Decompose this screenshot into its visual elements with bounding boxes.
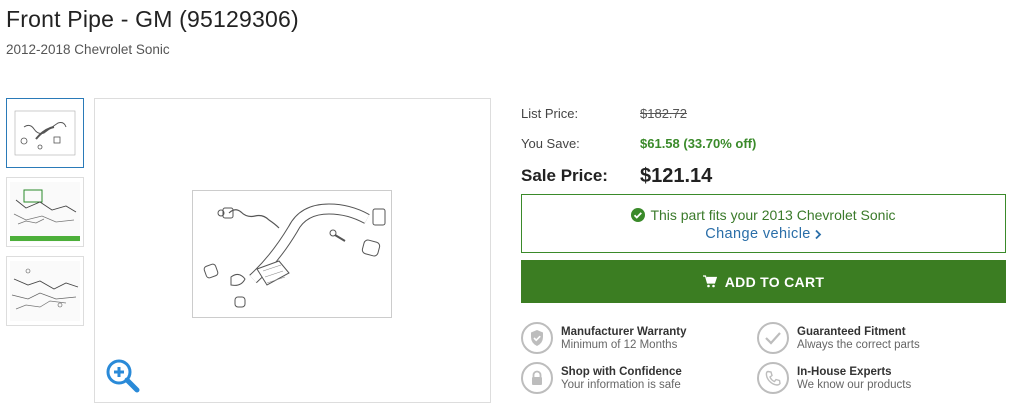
feature-title: Shop with Confidence	[561, 365, 682, 378]
savings-label: You Save:	[521, 135, 580, 151]
add-to-cart-button[interactable]: ADD TO CART	[521, 260, 1006, 303]
main-product-image[interactable]	[94, 98, 491, 403]
feature-title: In-House Experts	[797, 365, 892, 378]
chevron-right-icon	[815, 229, 822, 239]
feature-subtitle: Always the correct parts	[797, 338, 920, 351]
list-price-value: $182.72	[640, 105, 687, 121]
sale-price-row: Sale Price: $121.14	[521, 158, 1006, 194]
pricing-panel: List Price: $182.72 You Save: $61.58 (33…	[521, 98, 1006, 194]
zoom-in-icon[interactable]	[105, 358, 141, 394]
product-title: Front Pipe - GM (95129306)	[6, 6, 299, 32]
thumbnail-2[interactable]	[6, 177, 84, 247]
exhaust-diagram-thumbnail	[10, 182, 80, 242]
feature-fitment: Guaranteed Fitment Always the correct pa…	[757, 322, 920, 354]
feature-experts: In-House Experts We know our products	[757, 362, 911, 394]
feature-confidence: Shop with Confidence Your information is…	[521, 362, 682, 394]
product-subtitle: 2012-2018 Chevrolet Sonic	[6, 42, 170, 57]
thumbnail-list	[6, 98, 86, 335]
phone-icon	[757, 362, 789, 394]
cart-icon	[702, 275, 717, 288]
exhaust-assembly-thumbnail	[10, 261, 80, 321]
part-diagram-thumbnail	[14, 110, 76, 156]
sale-price-label: Sale Price:	[521, 166, 608, 185]
change-vehicle-link[interactable]: Change vehicle	[705, 226, 822, 242]
fitment-message-line: This part fits your 2013 Chevrolet Sonic	[522, 207, 1005, 223]
checkmark-icon	[757, 322, 789, 354]
fitment-message: This part fits your 2013 Chevrolet Sonic	[650, 207, 896, 223]
sale-price-value: $121.14	[640, 164, 713, 187]
fitment-box: This part fits your 2013 Chevrolet Sonic…	[521, 194, 1006, 253]
feature-subtitle: Minimum of 12 Months	[561, 338, 678, 351]
check-circle-icon	[631, 208, 646, 222]
feature-warranty: Manufacturer Warranty Minimum of 12 Mont…	[521, 322, 686, 354]
feature-title: Guaranteed Fitment	[797, 325, 906, 338]
front-pipe-drawing	[203, 185, 386, 308]
change-vehicle-label: Change vehicle	[705, 226, 811, 242]
savings-value: $61.58 (33.70% off)	[640, 135, 757, 151]
feature-subtitle: We know our products	[797, 378, 912, 391]
shield-check-icon	[521, 322, 553, 354]
savings-row: You Save: $61.58 (33.70% off)	[521, 128, 1006, 158]
thumbnail-3[interactable]	[6, 256, 84, 326]
list-price-row: List Price: $182.72	[521, 98, 1006, 128]
feature-subtitle: Your information is safe	[561, 378, 681, 391]
thumbnail-1[interactable]	[6, 98, 84, 168]
part-diagram	[192, 185, 392, 318]
list-price-label: List Price:	[521, 105, 579, 121]
lock-icon	[521, 362, 553, 394]
feature-title: Manufacturer Warranty	[561, 325, 687, 338]
add-to-cart-label: ADD TO CART	[724, 273, 825, 290]
